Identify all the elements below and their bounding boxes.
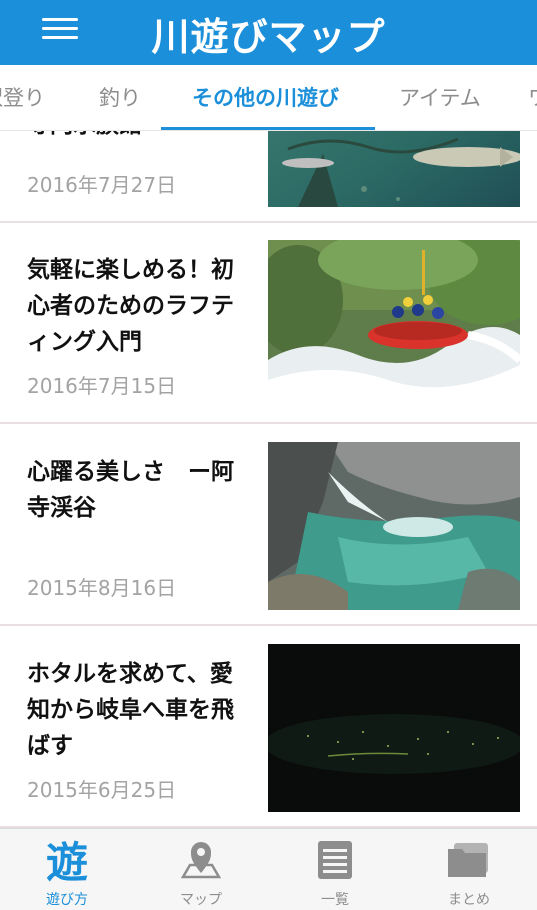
nav-label: まとめ [448,892,490,908]
folder-icon [444,837,494,883]
article-card[interactable]: 気軽に楽しめる！初心者のためのラフティング入門 2016年7月15日 [0,224,537,424]
nav-label: マップ [180,892,222,908]
article-thumbnail [268,240,520,408]
article-date: 2016年7月15日 [27,374,177,398]
nav-label: 一覧 [321,892,349,908]
article-thumbnail [268,131,520,207]
app-title: 川遊びマップ [151,15,386,59]
tab-sawanobori[interactable]: 沢登り [0,65,45,130]
article-list[interactable]: 寺門水族館 2016年7月27日 気軽に楽しめる！初心者のためのラ [0,131,537,828]
tab-fishing[interactable]: 釣り [99,65,141,130]
bottom-navigation: 遊 遊び方 マップ 一覧 まとめ [0,828,537,910]
article-card[interactable]: 心躍る美しさ ー阿寺渓谷 2015年8月16日 [0,426,537,626]
nav-list[interactable]: 一覧 [268,829,402,910]
article-card[interactable]: 寺門水族館 2016年7月27日 [0,131,537,223]
article-date: 2016年7月27日 [27,173,177,197]
app-header: 川遊びマップ [0,0,537,65]
article-title: 心躍る美しさ ー阿寺渓谷 [27,459,234,521]
tab-partial[interactable]: ワ [528,65,537,130]
article-date: 2015年6月25日 [27,778,177,802]
article-title: ホタルを求めて、愛知から岐阜へ車を飛ばす [27,661,234,759]
nav-label: 遊び方 [46,892,88,908]
article-card[interactable]: ホタルを求めて、愛知から岐阜へ車を飛ばす 2015年6月25日 [0,628,537,828]
article-thumbnail [268,442,520,610]
tab-other-river-play[interactable]: その他の川遊び [192,65,339,130]
nav-play-guide[interactable]: 遊 遊び方 [0,829,134,910]
list-icon [310,837,360,883]
map-pin-icon [176,837,226,883]
svg-text:遊: 遊 [46,838,88,883]
article-title: 気軽に楽しめる！初心者のためのラフティング入門 [27,257,234,355]
nav-map[interactable]: マップ [134,829,268,910]
article-date: 2015年8月16日 [27,576,177,600]
article-title: 寺門水族館 [27,131,252,143]
nav-summary[interactable]: まとめ [402,829,536,910]
category-tabs: 沢登り 釣り その他の川遊び アイテム ワ [0,65,537,131]
play-kanji-icon: 遊 [42,837,92,887]
article-thumbnail [268,644,520,812]
tab-items[interactable]: アイテム [399,65,481,130]
